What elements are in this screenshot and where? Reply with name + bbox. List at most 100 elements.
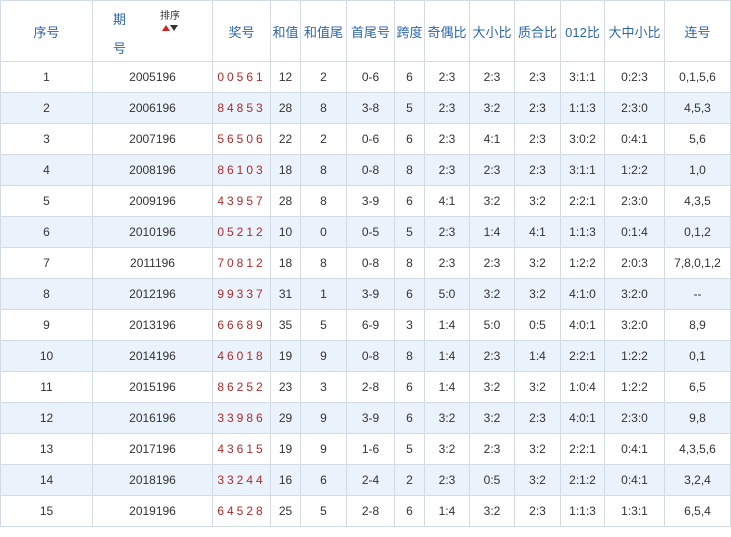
cell-big-small: 4:1 xyxy=(469,123,515,155)
cell-period: 2007196 xyxy=(92,123,213,155)
cell-sum-tail: 2 xyxy=(300,61,347,93)
cell-ratio-012: 4:0:1 xyxy=(560,402,605,434)
cell-seq: 4 xyxy=(0,154,93,186)
cell-period: 2006196 xyxy=(92,92,213,124)
cell-seq: 7 xyxy=(0,247,93,279)
cell-odd-even: 2:3 xyxy=(424,247,470,279)
header-consecutive: 连号 xyxy=(664,0,731,62)
cell-prime-comp: 3:2 xyxy=(514,433,561,465)
cell-first-last: 0-6 xyxy=(346,61,395,93)
header-award: 奖号 xyxy=(212,0,271,62)
cell-sum-tail: 8 xyxy=(300,247,347,279)
cell-big-small: 0:5 xyxy=(469,464,515,496)
cell-big-mid-small: 2:3:0 xyxy=(604,402,665,434)
cell-ratio-012: 3:1:1 xyxy=(560,61,605,93)
header-sum-tail: 和值尾 xyxy=(300,0,347,62)
cell-consecutive: 0,1,5,6 xyxy=(664,61,731,93)
cell-seq: 10 xyxy=(0,340,93,372)
cell-big-mid-small: 2:3:0 xyxy=(604,185,665,217)
cell-big-mid-small: 1:2:2 xyxy=(604,371,665,403)
cell-big-mid-small: 1:3:1 xyxy=(604,495,665,527)
cell-odd-even: 1:4 xyxy=(424,309,470,341)
cell-span: 5 xyxy=(394,92,425,124)
cell-consecutive: 6,5,4 xyxy=(664,495,731,527)
header-period-top: 期 xyxy=(113,12,127,27)
cell-sum: 22 xyxy=(270,123,301,155)
cell-ratio-012: 1:1:3 xyxy=(560,92,605,124)
cell-award: 99337 xyxy=(212,278,271,310)
sort-down-icon xyxy=(170,24,178,31)
cell-ratio-012: 2:2:1 xyxy=(560,340,605,372)
cell-ratio-012: 4:0:1 xyxy=(560,309,605,341)
cell-seq: 9 xyxy=(0,309,93,341)
cell-span: 2 xyxy=(394,464,425,496)
cell-sum: 25 xyxy=(270,495,301,527)
table-row: 2 2006196 84853 28 8 3-8 5 2:3 3:2 2:3 1… xyxy=(0,92,731,124)
cell-award: 70812 xyxy=(212,247,271,279)
cell-big-mid-small: 2:3:0 xyxy=(604,92,665,124)
cell-ratio-012: 1:0:4 xyxy=(560,371,605,403)
cell-odd-even: 2:3 xyxy=(424,464,470,496)
cell-seq: 11 xyxy=(0,371,93,403)
cell-sum-tail: 8 xyxy=(300,185,347,217)
cell-sum-tail: 8 xyxy=(300,154,347,186)
cell-period: 2009196 xyxy=(92,185,213,217)
cell-sum: 31 xyxy=(270,278,301,310)
cell-big-mid-small: 3:2:0 xyxy=(604,309,665,341)
cell-prime-comp: 0:5 xyxy=(514,309,561,341)
cell-sum-tail: 3 xyxy=(300,371,347,403)
cell-consecutive: 4,3,5 xyxy=(664,185,731,217)
cell-odd-even: 2:3 xyxy=(424,154,470,186)
cell-award: 56506 xyxy=(212,123,271,155)
cell-odd-even: 1:4 xyxy=(424,371,470,403)
cell-odd-even: 2:3 xyxy=(424,123,470,155)
cell-odd-even: 5:0 xyxy=(424,278,470,310)
cell-first-last: 0-5 xyxy=(346,216,395,248)
cell-first-last: 3-8 xyxy=(346,92,395,124)
cell-big-mid-small: 0:4:1 xyxy=(604,433,665,465)
table-row: 10 2014196 46018 19 9 0-8 8 1:4 2:3 1:4 … xyxy=(0,340,731,372)
sort-button[interactable]: 排序 xyxy=(155,11,185,33)
cell-first-last: 0-8 xyxy=(346,340,395,372)
cell-span: 6 xyxy=(394,402,425,434)
table-row: 8 2012196 99337 31 1 3-9 6 5:0 3:2 3:2 4… xyxy=(0,278,731,310)
cell-ratio-012: 4:1:0 xyxy=(560,278,605,310)
cell-award: 05212 xyxy=(212,216,271,248)
cell-period: 2017196 xyxy=(92,433,213,465)
cell-seq: 15 xyxy=(0,495,93,527)
cell-consecutive: 4,5,3 xyxy=(664,92,731,124)
cell-span: 6 xyxy=(394,278,425,310)
sort-up-icon xyxy=(162,24,170,31)
cell-ratio-012: 1:2:2 xyxy=(560,247,605,279)
table-row: 5 2009196 43957 28 8 3-9 6 4:1 3:2 3:2 2… xyxy=(0,185,731,217)
cell-span: 6 xyxy=(394,371,425,403)
header-odd-even: 奇偶比 xyxy=(424,0,470,62)
header-sum: 和值 xyxy=(270,0,301,62)
cell-ratio-012: 2:1:2 xyxy=(560,464,605,496)
cell-sum-tail: 8 xyxy=(300,92,347,124)
cell-big-mid-small: 1:2:2 xyxy=(604,154,665,186)
cell-period: 2013196 xyxy=(92,309,213,341)
cell-prime-comp: 2:3 xyxy=(514,61,561,93)
cell-sum: 23 xyxy=(270,371,301,403)
cell-period: 2019196 xyxy=(92,495,213,527)
cell-sum: 35 xyxy=(270,309,301,341)
cell-prime-comp: 2:3 xyxy=(514,402,561,434)
cell-big-small: 5:0 xyxy=(469,309,515,341)
cell-consecutive: 0,1,2 xyxy=(664,216,731,248)
cell-sum-tail: 0 xyxy=(300,216,347,248)
cell-first-last: 0-8 xyxy=(346,247,395,279)
table-row: 6 2010196 05212 10 0 0-5 5 2:3 1:4 4:1 1… xyxy=(0,216,731,248)
cell-odd-even: 2:3 xyxy=(424,92,470,124)
cell-sum: 28 xyxy=(270,92,301,124)
cell-seq: 1 xyxy=(0,61,93,93)
cell-big-small: 2:3 xyxy=(469,433,515,465)
cell-sum-tail: 5 xyxy=(300,309,347,341)
cell-sum-tail: 6 xyxy=(300,464,347,496)
cell-prime-comp: 4:1 xyxy=(514,216,561,248)
cell-consecutive: 4,3,5,6 xyxy=(664,433,731,465)
cell-sum: 16 xyxy=(270,464,301,496)
cell-span: 6 xyxy=(394,495,425,527)
cell-sum: 19 xyxy=(270,340,301,372)
cell-sum-tail: 2 xyxy=(300,123,347,155)
